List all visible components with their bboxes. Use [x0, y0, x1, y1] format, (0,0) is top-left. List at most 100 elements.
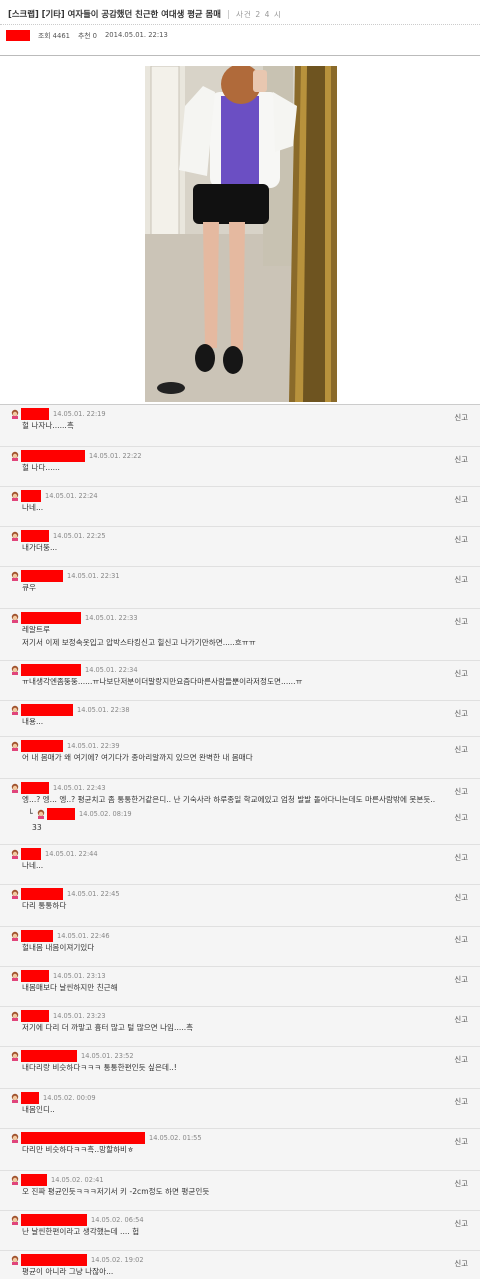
avatar-icon	[10, 931, 20, 941]
commenter-name-redacted[interactable]	[21, 1254, 87, 1266]
comment-item: 14.05.01. 22:44 신고 나네...	[0, 845, 480, 885]
author-name-redacted[interactable]	[6, 29, 30, 41]
commenter-name-redacted[interactable]	[21, 782, 49, 794]
commenter-name-redacted[interactable]	[21, 1132, 145, 1144]
avatar-icon	[10, 1093, 20, 1103]
comment-header: 14.05.01. 22:34	[10, 664, 138, 676]
comment-body: ㅠ내생각엔좀뚱뚱......ㅠ나보단저분이더말랑지만요즘다마른사람들뿐이라저정도…	[22, 677, 303, 686]
comment-header: 14.05.01. 22:22	[10, 450, 142, 462]
comment-body: 레알트루	[22, 625, 50, 634]
post-title[interactable]: [스크랩] [기타] 여자들이 공감했던 친근한 여대생 평균 몸매	[8, 8, 221, 20]
comment-date: 14.05.01. 22:22	[89, 452, 142, 460]
comment-header: 14.05.01. 22:43	[10, 782, 106, 794]
comment-date: 14.05.01. 23:13	[53, 972, 106, 980]
comment-header: 14.05.02. 19:02	[10, 1254, 144, 1266]
avatar-icon	[10, 1011, 20, 1021]
comment-item: 14.05.01. 22:38 신고 내용...	[0, 701, 480, 737]
comment-date: 14.05.01. 22:38	[77, 706, 130, 714]
comment-header: 14.05.01. 22:31	[10, 570, 120, 582]
avatar-icon	[10, 1175, 20, 1185]
avatar-icon	[10, 1051, 20, 1061]
comment-date: 14.05.01. 22:46	[57, 932, 110, 940]
comment-item: 14.05.02. 06:54 신고 난 날씬한편이라고 생각했는데 .... 헙	[0, 1211, 480, 1251]
commenter-name-redacted[interactable]	[21, 664, 81, 676]
comment-header: 14.05.01. 22:44	[10, 848, 98, 860]
commenter-name-redacted[interactable]	[21, 1092, 39, 1104]
commenter-name-redacted[interactable]	[21, 1050, 77, 1062]
comment-date: 14.05.02. 01:55	[149, 1134, 202, 1142]
commenter-name-redacted[interactable]	[21, 740, 63, 752]
commenter-name-redacted[interactable]	[21, 408, 49, 420]
commenter-name-redacted[interactable]	[47, 808, 75, 820]
avatar-icon	[10, 571, 20, 581]
commenter-name-redacted[interactable]	[21, 1010, 49, 1022]
comment-date: 14.05.02. 00:09	[43, 1094, 96, 1102]
comment-item: 14.05.02. 01:55 신고 다리만 비슷하다ㅋㅋ흑..망할하비ㅎ	[0, 1129, 480, 1171]
comment-item: 14.05.02. 02:41 신고 오 진짜 평균인듯ㅋㅋㅋ저기서 키 -2cm정…	[0, 1171, 480, 1211]
comment-date: 14.05.01. 22:19	[53, 410, 106, 418]
post-time-label: 사건 2 4 시	[235, 9, 282, 19]
commenter-name-redacted[interactable]	[21, 970, 49, 982]
commenter-name-redacted[interactable]	[21, 490, 41, 502]
comment-body: 헐내몸 내몸이져기있다	[22, 943, 95, 952]
comment-list: 14.05.01. 22:19 신고 헐 나자나......흑 14.05.01. 2…	[0, 404, 480, 1279]
commenter-name-redacted[interactable]	[21, 530, 49, 542]
comment-item: 14.05.01. 23:23 신고 저기에 다리 더 까맣고 흉터 많고 털 많으…	[0, 1007, 480, 1047]
comment-body: 내몸매보다 날씬하지만 친근해	[22, 983, 118, 992]
comment-item: 14.05.01. 23:13 신고 내몸매보다 날씬하지만 친근해	[0, 967, 480, 1007]
avatar-icon	[10, 705, 20, 715]
comment-body: 내가더뚱...	[22, 543, 58, 552]
commenter-name-redacted[interactable]	[21, 1214, 87, 1226]
comment-date: 14.05.02. 08:19	[79, 810, 132, 818]
commenter-name-redacted[interactable]	[21, 930, 53, 942]
comment-date: 14.05.01. 22:31	[67, 572, 120, 580]
comment-item: 14.05.01. 22:46 신고 헐내몸 내몸이져기있다	[0, 927, 480, 967]
comment-header: 14.05.01. 23:23	[10, 1010, 106, 1022]
comment-header: 14.05.01. 22:39	[10, 740, 120, 752]
avatar-icon	[10, 409, 20, 419]
post-photo	[145, 66, 337, 402]
mirror-selfie-image	[145, 66, 337, 402]
comment-body: 난 날씬한편이라고 생각했는데 .... 헙	[22, 1227, 140, 1236]
commenter-name-redacted[interactable]	[21, 1174, 47, 1186]
avatar-icon	[10, 613, 20, 623]
comment-item: 14.05.02. 19:02 신고 평균이 아니라 그냥 나잖아...	[0, 1251, 480, 1279]
comment-item: 14.05.02. 00:09 신고 내몸인디..	[0, 1089, 480, 1129]
reply-arrow-icon: └	[28, 809, 33, 818]
commenter-name-redacted[interactable]	[21, 848, 41, 860]
commenter-name-redacted[interactable]	[21, 612, 81, 624]
avatar-icon	[10, 741, 20, 751]
avatar-icon	[10, 971, 20, 981]
comment-header: 14.05.02. 01:55	[10, 1132, 202, 1144]
comment-body: 어 내 몸매가 왜 여기에? 여기다가 종아리알까지 있으면 완벽한 내 몸매다	[22, 753, 253, 762]
like-count: 추천 0	[77, 32, 97, 40]
comment-header: 14.05.01. 22:25	[10, 530, 106, 542]
comment-body: 오 진짜 평균인듯ㅋㅋㅋ저기서 키 -2cm정도 하면 평균인듯	[22, 1187, 210, 1196]
comment-body: 내몸인디..	[22, 1105, 55, 1114]
comment-date: 14.05.01. 22:43	[53, 784, 106, 792]
comment-item: 14.05.01. 22:39 신고 어 내 몸매가 왜 여기에? 여기다가 종아리…	[0, 737, 480, 779]
comment-item: 14.05.01. 22:43 신고 엥...? 엥... 엥..? 평균치고 좀 …	[0, 779, 480, 805]
comment-header: 14.05.01. 23:52	[10, 1050, 134, 1062]
comment-body: 헐 나자나......흑	[22, 421, 74, 430]
comment-body: 내용...	[22, 717, 44, 726]
post-title-row: [스크랩] [기타] 여자들이 공감했던 친근한 여대생 평균 몸매 사건 2 …	[8, 7, 472, 21]
avatar-icon	[10, 451, 20, 461]
comment-item: 14.05.01. 22:25 신고 내가더뚱...	[0, 527, 480, 567]
commenter-name-redacted[interactable]	[21, 450, 85, 462]
comment-body: 내다리랑 비슷하다ㅋㅋㅋ 통통한편인듯 싶은데..!	[22, 1063, 177, 1072]
comment-body: 큐우	[22, 583, 36, 592]
comment-header: 14.05.01. 23:13	[10, 970, 106, 982]
comment-header: 14.05.01. 22:24	[10, 490, 98, 502]
comment-date: 14.05.01. 22:44	[45, 850, 98, 858]
avatar-icon	[36, 809, 46, 819]
comment-date: 14.05.02. 19:02	[91, 1256, 144, 1264]
comment-item: 14.05.01. 22:45 신고 다리 통통하다	[0, 885, 480, 927]
commenter-name-redacted[interactable]	[21, 888, 63, 900]
commenter-name-redacted[interactable]	[21, 570, 63, 582]
comment-item: 14.05.01. 22:19 신고 헐 나자나......흑	[0, 405, 480, 447]
comment-body: 다리 통통하다	[22, 901, 67, 910]
avatar-icon	[10, 849, 20, 859]
comment-header: 14.05.02. 02:41	[10, 1174, 104, 1186]
commenter-name-redacted[interactable]	[21, 704, 73, 716]
